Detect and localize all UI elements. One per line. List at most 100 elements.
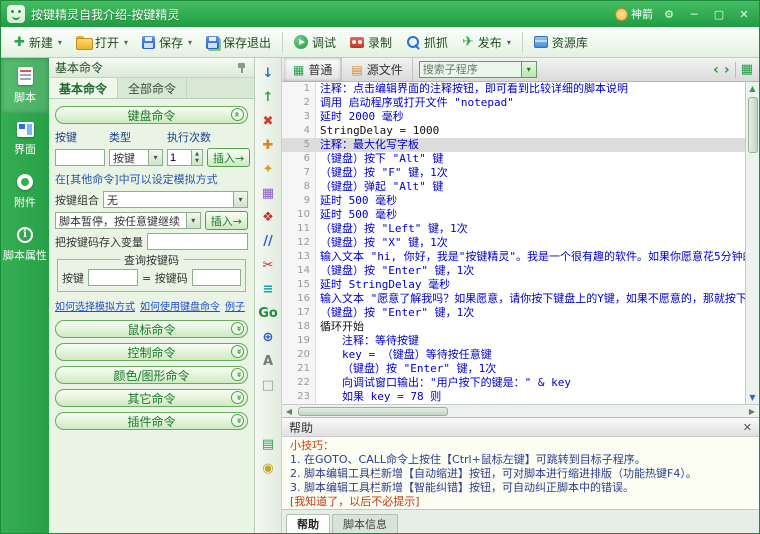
toolbar-button-library[interactable]: 资源库: [527, 30, 595, 55]
insert-call-icon[interactable]: ⊕: [257, 326, 279, 348]
close-button[interactable]: ✕: [735, 6, 753, 22]
editor-vertical-scrollbar[interactable]: ▲ ▼: [745, 82, 759, 404]
search-dropdown-icon[interactable]: ▾: [521, 62, 536, 77]
combo-select[interactable]: 无 ▾: [103, 191, 248, 208]
toolbar-button-save-exit[interactable]: 保存退出: [199, 30, 278, 55]
list-lines-icon[interactable]: ≡: [257, 278, 279, 300]
pin-icon[interactable]: [236, 62, 248, 74]
chevron-down-icon[interactable]: ▾: [233, 192, 247, 207]
scroll-down-icon[interactable]: ▼: [746, 391, 759, 404]
bottom-tab-script-info[interactable]: 脚本信息: [332, 514, 398, 533]
subroutine-search[interactable]: ▾: [419, 61, 537, 78]
bottom-tab-help[interactable]: 帮助: [286, 514, 330, 533]
code-line-11[interactable]: 11（键盘）按 "Left" 键，1次: [282, 222, 745, 236]
vertical-scroll-thumb[interactable]: [748, 97, 758, 153]
eye-icon[interactable]: ◉: [257, 457, 279, 479]
panel-tab-basic[interactable]: 基本命令: [49, 78, 118, 98]
section-color-graphics[interactable]: 颜色/图形命令»: [55, 366, 248, 384]
editor-tab-source[interactable]: ▤源文件: [342, 58, 412, 81]
hand-icon[interactable]: ❖: [257, 206, 279, 228]
code-line-22[interactable]: 22向调试窗口输出："用户按下的键是：" & key: [282, 376, 745, 390]
move-down-icon[interactable]: ↓: [257, 62, 279, 84]
code-line-13[interactable]: 13输入文本 "hi, 你好，我是"按键精灵"。我是一个很有趣的软件。如果你愿意…: [282, 250, 745, 264]
expand-chevron-icon[interactable]: »: [231, 414, 244, 427]
toolbar-button-publish[interactable]: 发布▾: [455, 30, 518, 55]
search-input[interactable]: [420, 62, 521, 77]
settings-gear-icon[interactable]: ⚙: [660, 6, 678, 22]
comment-icon[interactable]: //: [257, 230, 279, 252]
toolbar-button-debug[interactable]: 调试: [287, 30, 343, 55]
section-other[interactable]: 其它命令»: [55, 389, 248, 407]
code-editor[interactable]: 1注释：点击编辑界面的注释按钮，即可看到比较详细的脚本说明2调用 启动程序或打开…: [282, 82, 759, 404]
collapse-chevron-icon[interactable]: »: [231, 108, 244, 121]
fix-tool-icon[interactable]: ✚: [257, 134, 279, 156]
box-icon[interactable]: □: [257, 374, 279, 396]
code-line-9[interactable]: 9延时 500 毫秒: [282, 194, 745, 208]
nav-prev-icon[interactable]: ‹: [713, 63, 719, 77]
keyboard-help-link-3[interactable]: 例子: [225, 298, 245, 313]
code-line-5[interactable]: 5注释：最大化写字板: [282, 138, 745, 152]
code-line-12[interactable]: 12（键盘）按 "X" 键，1次: [282, 236, 745, 250]
section-plugin[interactable]: 插件命令»: [55, 412, 248, 430]
toolbar-button-capture[interactable]: 抓抓: [399, 30, 455, 55]
code-line-18[interactable]: 18循环开始: [282, 320, 745, 334]
cut-icon[interactable]: ✂: [257, 254, 279, 276]
query-key-input[interactable]: [88, 269, 138, 286]
pause-mode-select[interactable]: 脚本暂停，按任意键继续 ▾: [55, 212, 201, 229]
code-line-10[interactable]: 10延时 500 毫秒: [282, 208, 745, 222]
expand-chevron-icon[interactable]: »: [231, 391, 244, 404]
palette-grid-icon[interactable]: ▦: [257, 182, 279, 204]
panel-list-icon[interactable]: ▦: [741, 63, 753, 76]
code-line-15[interactable]: 15延时 StringDelay 毫秒: [282, 278, 745, 292]
chevron-down-icon[interactable]: ▾: [148, 150, 162, 165]
code-line-1[interactable]: 1注释：点击编辑界面的注释按钮，即可看到比较详细的脚本说明: [282, 82, 745, 96]
expand-chevron-icon[interactable]: »: [231, 345, 244, 358]
code-line-2[interactable]: 2调用 启动程序或打开文件 "notepad": [282, 96, 745, 110]
nav-next-icon[interactable]: ›: [724, 63, 730, 77]
code-line-14[interactable]: 14（键盘）按 "Enter" 键，1次: [282, 264, 745, 278]
sidebar-item-props[interactable]: 脚本属性: [1, 218, 49, 271]
query-keycode-input[interactable]: [192, 269, 241, 286]
font-icon[interactable]: A: [257, 350, 279, 372]
section-keyboard-commands[interactable]: 键盘命令 »: [55, 106, 248, 124]
doc-icon[interactable]: ▤: [257, 433, 279, 455]
chevron-down-icon[interactable]: ▾: [186, 213, 200, 228]
count-stepper[interactable]: ▲ ▼: [167, 149, 203, 166]
type-select[interactable]: 按键 ▾: [109, 149, 163, 166]
toolbar-button-save[interactable]: 保存▾: [135, 30, 199, 55]
key-input[interactable]: [55, 149, 105, 166]
code-line-19[interactable]: 19注释：等待按键: [282, 334, 745, 348]
goto-icon[interactable]: Go: [257, 302, 279, 324]
code-line-4[interactable]: 4StringDelay = 1000: [282, 124, 745, 138]
maximize-button[interactable]: ▢: [710, 6, 728, 22]
toolbar-button-open[interactable]: 打开▾: [69, 30, 135, 55]
code-line-20[interactable]: 20key = （键盘）等待按任意键: [282, 348, 745, 362]
store-var-input[interactable]: [147, 233, 248, 250]
code-line-6[interactable]: 6（键盘）按下 "Alt" 键: [282, 152, 745, 166]
delete-line-icon[interactable]: ✖: [257, 110, 279, 132]
expand-chevron-icon[interactable]: »: [231, 368, 244, 381]
skin-badge[interactable]: 神箭: [615, 6, 653, 22]
move-up-icon[interactable]: ↑: [257, 86, 279, 108]
code-line-16[interactable]: 16输入文本 "愿意了解我吗？如果愿意，请你按下键盘上的Y键，如果不愿意的，那就…: [282, 292, 745, 306]
code-line-21[interactable]: 21（键盘）按 "Enter" 键，1次: [282, 362, 745, 376]
scroll-up-icon[interactable]: ▲: [746, 82, 759, 95]
dismiss-link[interactable]: [我知道了，以后不必提示]: [290, 495, 751, 509]
insert-button-2[interactable]: 插入→: [205, 211, 248, 230]
scroll-left-icon[interactable]: ◀: [282, 407, 296, 416]
code-line-7[interactable]: 7（键盘）按 "F" 键，1次: [282, 166, 745, 180]
minimize-button[interactable]: ─: [685, 6, 703, 22]
code-line-3[interactable]: 3延时 2000 毫秒: [282, 110, 745, 124]
code-line-8[interactable]: 8（键盘）弹起 "Alt" 键: [282, 180, 745, 194]
editor-tab-normal[interactable]: ▦普通: [284, 58, 342, 81]
panel-tab-all[interactable]: 全部命令: [118, 78, 187, 98]
sidebar-item-attach[interactable]: 附件: [1, 165, 49, 218]
section-control[interactable]: 控制命令»: [55, 343, 248, 361]
keyboard-help-link-2[interactable]: 如何使用键盘命令: [140, 298, 220, 313]
expand-chevron-icon[interactable]: »: [231, 322, 244, 335]
horizontal-scroll-thumb[interactable]: [298, 407, 448, 416]
section-mouse[interactable]: 鼠标命令»: [55, 320, 248, 338]
toolbar-button-new[interactable]: 新建▾: [7, 30, 69, 55]
code-line-23[interactable]: 23如果 key = 78 则: [282, 390, 745, 404]
help-close-icon[interactable]: ✕: [743, 421, 752, 434]
